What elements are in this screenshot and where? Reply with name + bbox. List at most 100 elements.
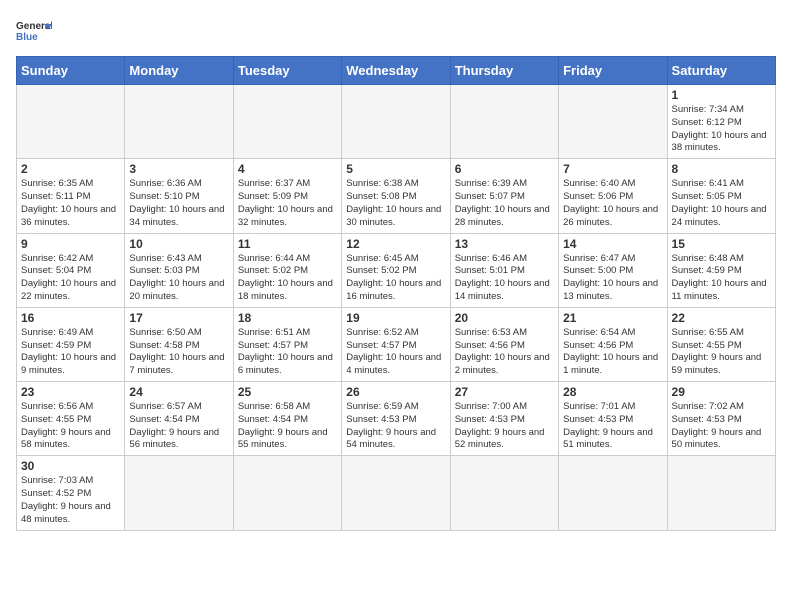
day-number: 22 [672,311,771,325]
weekday-header-row: SundayMondayTuesdayWednesdayThursdayFrid… [17,57,776,85]
day-number: 28 [563,385,662,399]
day-number: 23 [21,385,120,399]
calendar-week-row: 30 Sunrise: 7:03 AM Sunset: 4:52 PM Dayli… [17,456,776,530]
calendar-cell: 29Sunrise: 7:02 AM Sunset: 4:53 PM Dayli… [667,382,775,456]
day-number: 2 [21,162,120,176]
day-number: 13 [455,237,554,251]
calendar-cell: 28 Sunrise: 7:01 AM Sunset: 4:53 PM Dayli… [559,382,667,456]
day-number: 10 [129,237,228,251]
day-info: Sunrise: 6:46 AM Sunset: 5:01 PM Dayligh… [455,253,554,304]
weekday-header-wednesday: Wednesday [342,57,450,85]
day-number: 11 [238,237,337,251]
weekday-header-tuesday: Tuesday [233,57,341,85]
day-info: Sunrise: 6:43 AM Sunset: 5:03 PM Dayligh… [129,253,228,304]
calendar-cell: 18 Sunrise: 6:51 AM Sunset: 4:57 PM Dayli… [233,307,341,381]
day-number: 7 [563,162,662,176]
calendar-cell: 27 Sunrise: 7:00 AM Sunset: 4:53 PM Dayli… [450,382,558,456]
day-info: Sunrise: 6:44 AM Sunset: 5:02 PM Dayligh… [238,253,337,304]
day-number: 9 [21,237,120,251]
calendar-week-row: 23Sunrise: 6:56 AM Sunset: 4:55 PM Dayli… [17,382,776,456]
calendar-cell: 23Sunrise: 6:56 AM Sunset: 4:55 PM Dayli… [17,382,125,456]
day-info: Sunrise: 6:39 AM Sunset: 5:07 PM Dayligh… [455,178,554,229]
day-number: 27 [455,385,554,399]
day-number: 26 [346,385,445,399]
calendar-cell [17,85,125,159]
day-info: Sunrise: 6:45 AM Sunset: 5:02 PM Dayligh… [346,253,445,304]
header: General Blue [16,16,776,44]
day-info: Sunrise: 6:42 AM Sunset: 5:04 PM Dayligh… [21,253,120,304]
day-info: Sunrise: 6:35 AM Sunset: 5:11 PM Dayligh… [21,178,120,229]
day-info: Sunrise: 6:58 AM Sunset: 4:54 PM Dayligh… [238,401,337,452]
day-number: 21 [563,311,662,325]
day-info: Sunrise: 6:37 AM Sunset: 5:09 PM Dayligh… [238,178,337,229]
calendar-cell: 11 Sunrise: 6:44 AM Sunset: 5:02 PM Dayli… [233,233,341,307]
calendar-cell: 5 Sunrise: 6:38 AM Sunset: 5:08 PM Daylig… [342,159,450,233]
calendar-week-row: 1 Sunrise: 7:34 AM Sunset: 6:12 PM Daylig… [17,85,776,159]
day-number: 24 [129,385,228,399]
calendar-cell: 26 Sunrise: 6:59 AM Sunset: 4:53 PM Dayli… [342,382,450,456]
day-info: Sunrise: 6:40 AM Sunset: 5:06 PM Dayligh… [563,178,662,229]
calendar-cell [667,456,775,530]
day-info: Sunrise: 7:02 AM Sunset: 4:53 PM Dayligh… [672,401,771,452]
day-info: Sunrise: 6:38 AM Sunset: 5:08 PM Dayligh… [346,178,445,229]
calendar-cell: 20Sunrise: 6:53 AM Sunset: 4:56 PM Dayli… [450,307,558,381]
svg-text:Blue: Blue [16,32,38,43]
day-info: Sunrise: 6:54 AM Sunset: 4:56 PM Dayligh… [563,327,662,378]
day-number: 17 [129,311,228,325]
day-number: 18 [238,311,337,325]
calendar-cell: 8 Sunrise: 6:41 AM Sunset: 5:05 PM Daylig… [667,159,775,233]
day-number: 5 [346,162,445,176]
calendar-cell [125,456,233,530]
calendar-cell: 19 Sunrise: 6:52 AM Sunset: 4:57 PM Dayli… [342,307,450,381]
calendar-cell [450,456,558,530]
day-number: 1 [672,88,771,102]
calendar-week-row: 2 Sunrise: 6:35 AM Sunset: 5:11 PM Daylig… [17,159,776,233]
day-info: Sunrise: 7:34 AM Sunset: 6:12 PM Dayligh… [672,104,771,155]
day-number: 6 [455,162,554,176]
calendar-cell: 4 Sunrise: 6:37 AM Sunset: 5:09 PM Daylig… [233,159,341,233]
weekday-header-thursday: Thursday [450,57,558,85]
calendar-cell: 17Sunrise: 6:50 AM Sunset: 4:58 PM Dayli… [125,307,233,381]
calendar-cell: 3Sunrise: 6:36 AM Sunset: 5:10 PM Daylig… [125,159,233,233]
calendar-cell: 7 Sunrise: 6:40 AM Sunset: 5:06 PM Daylig… [559,159,667,233]
day-info: Sunrise: 7:01 AM Sunset: 4:53 PM Dayligh… [563,401,662,452]
calendar-cell: 6 Sunrise: 6:39 AM Sunset: 5:07 PM Daylig… [450,159,558,233]
day-number: 4 [238,162,337,176]
calendar-cell: 1 Sunrise: 7:34 AM Sunset: 6:12 PM Daylig… [667,85,775,159]
calendar-cell: 13 Sunrise: 6:46 AM Sunset: 5:01 PM Dayli… [450,233,558,307]
day-info: Sunrise: 6:52 AM Sunset: 4:57 PM Dayligh… [346,327,445,378]
calendar-cell: 9 Sunrise: 6:42 AM Sunset: 5:04 PM Daylig… [17,233,125,307]
calendar-cell: 30 Sunrise: 7:03 AM Sunset: 4:52 PM Dayli… [17,456,125,530]
calendar-week-row: 9 Sunrise: 6:42 AM Sunset: 5:04 PM Daylig… [17,233,776,307]
calendar-cell: 2 Sunrise: 6:35 AM Sunset: 5:11 PM Daylig… [17,159,125,233]
calendar-cell: 16Sunrise: 6:49 AM Sunset: 4:59 PM Dayli… [17,307,125,381]
calendar-cell: 12Sunrise: 6:45 AM Sunset: 5:02 PM Dayli… [342,233,450,307]
calendar-cell: 24Sunrise: 6:57 AM Sunset: 4:54 PM Dayli… [125,382,233,456]
weekday-header-sunday: Sunday [17,57,125,85]
calendar-week-row: 16Sunrise: 6:49 AM Sunset: 4:59 PM Dayli… [17,307,776,381]
calendar-cell: 25 Sunrise: 6:58 AM Sunset: 4:54 PM Dayli… [233,382,341,456]
day-number: 25 [238,385,337,399]
day-number: 19 [346,311,445,325]
day-number: 8 [672,162,771,176]
calendar-table: SundayMondayTuesdayWednesdayThursdayFrid… [16,56,776,531]
day-number: 16 [21,311,120,325]
day-info: Sunrise: 7:00 AM Sunset: 4:53 PM Dayligh… [455,401,554,452]
day-number: 15 [672,237,771,251]
calendar-cell [450,85,558,159]
logo: General Blue [16,16,52,44]
calendar-cell [233,85,341,159]
day-info: Sunrise: 6:59 AM Sunset: 4:53 PM Dayligh… [346,401,445,452]
calendar-cell: 10 Sunrise: 6:43 AM Sunset: 5:03 PM Dayli… [125,233,233,307]
day-info: Sunrise: 6:36 AM Sunset: 5:10 PM Dayligh… [129,178,228,229]
day-info: Sunrise: 6:41 AM Sunset: 5:05 PM Dayligh… [672,178,771,229]
day-info: Sunrise: 6:51 AM Sunset: 4:57 PM Dayligh… [238,327,337,378]
calendar-cell [233,456,341,530]
day-info: Sunrise: 7:03 AM Sunset: 4:52 PM Dayligh… [21,475,120,526]
calendar-cell [342,85,450,159]
day-number: 30 [21,459,120,473]
calendar-cell [125,85,233,159]
weekday-header-saturday: Saturday [667,57,775,85]
calendar-cell: 14Sunrise: 6:47 AM Sunset: 5:00 PM Dayli… [559,233,667,307]
calendar-cell [559,85,667,159]
